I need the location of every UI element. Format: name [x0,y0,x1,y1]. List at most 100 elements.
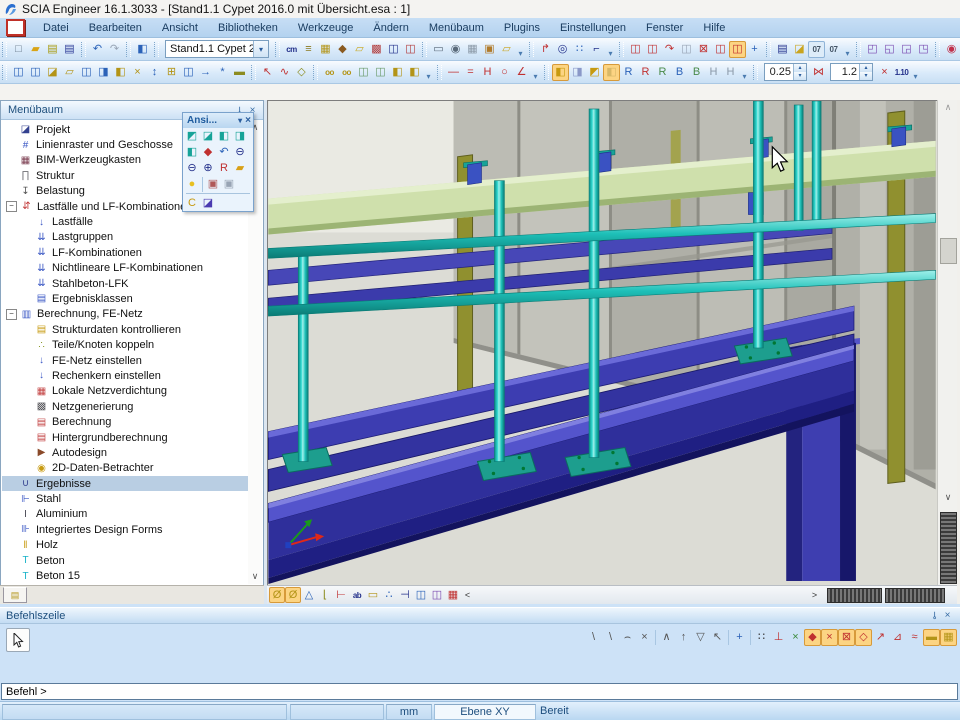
tree-item-strukturdaten-kontrollieren[interactable]: ▤Strukturdaten kontrollieren [2,322,248,337]
window-copy3-icon[interactable]: ◲ [898,41,915,58]
result-window1-icon[interactable]: ◫ [413,587,429,603]
label-abc-icon[interactable]: ab [349,587,365,603]
view-save-icon[interactable]: ▤ [774,41,791,58]
zoom-selection-icon[interactable]: R [216,160,232,176]
tree-item-aluminium[interactable]: IAluminium [2,507,248,522]
member-delete-icon[interactable]: ⊠ [695,41,712,58]
spinner-up-icon[interactable]: ▴ [860,64,872,72]
dim-angle-icon[interactable]: ∠ [513,64,530,81]
curve-edit-icon[interactable]: ∿ [276,64,293,81]
status-units[interactable]: mm [386,704,432,720]
active-selection-combo[interactable]: Stand1.1 Cypet 20▾ [165,40,269,58]
scale-factor[interactable]: 1.2▴▾ [830,63,873,81]
package-icon[interactable]: ▣ [481,41,498,58]
tree-item-nichtlineare-lf-kombinationen[interactable]: ⇊Nichtlineare LF-Kombinationen [2,261,248,276]
mode-face-icon[interactable]: ▽ [692,629,709,646]
group-grip[interactable] [766,42,771,57]
group-grip[interactable] [619,42,624,57]
group-grip[interactable] [154,42,159,57]
fpanel4-icon[interactable]: ◧ [603,64,620,81]
scroll-thumb[interactable] [885,588,945,603]
view-export-icon[interactable]: ◪ [791,41,808,58]
snap-arc-center-icon[interactable]: ≈ [906,629,923,646]
display-param4-icon[interactable]: ▱ [61,64,78,81]
snap-endpoint-icon[interactable]: ◆ [804,629,821,646]
group-grip[interactable] [422,42,427,57]
menu-datei[interactable]: Datei [33,20,79,36]
group-grip[interactable] [2,42,7,57]
menu-hilfe[interactable]: Hilfe [693,20,735,36]
cross-section-icon[interactable]: ▦ [317,41,334,58]
tree-item-lokale-netzverdichtung[interactable]: ▦Lokale Netzverdichtung [2,384,248,399]
rtool3-icon[interactable]: R [654,64,671,81]
snapshot1-icon[interactable]: ▣ [205,176,221,192]
mode-edge-icon[interactable]: ↑ [675,629,692,646]
gallery-icon[interactable]: ▦ [464,41,481,58]
grid-snap-icon[interactable]: ∷ [753,629,770,646]
pane-splitter-handle[interactable] [940,512,957,584]
save-all-icon[interactable]: ▤ [44,41,61,58]
spinner-arrows[interactable]: ▴▾ [859,64,872,80]
tree-item-lf-kombinationen[interactable]: ⇊LF-Kombinationen [2,245,248,260]
group-grip[interactable] [529,42,534,57]
collapse-icon[interactable]: − [6,201,17,212]
window-copy2-icon[interactable]: ◱ [881,41,898,58]
rotate-view-icon[interactable]: ↶ [216,144,232,160]
display-param2-icon[interactable]: ◫ [27,64,44,81]
snap-tangent-icon[interactable]: ↗ [872,629,889,646]
panel-gold2-icon[interactable]: ◧ [406,64,423,81]
panel-green1-icon[interactable]: ◫ [355,64,372,81]
scale-110-icon[interactable]: 1.10 [893,64,910,81]
dim-line-icon[interactable]: — [445,64,462,81]
snap-arc-icon[interactable]: ⌢ [619,629,636,646]
document-window-icon[interactable] [6,19,25,36]
tree-item-fe-netz-einstellen[interactable]: ↓FE-Netz einstellen [2,353,248,368]
file-overflow-icon[interactable]: ▾ [515,41,526,58]
grid-settings-icon[interactable]: ▦ [445,587,461,603]
tree-item-beton[interactable]: TBeton [2,553,248,568]
dot-grid-icon[interactable]: ∷ [571,41,588,58]
menu-einstellungen[interactable]: Einstellungen [550,20,636,36]
dim-double-icon[interactable]: = [462,64,479,81]
spinner-up-icon[interactable]: ▴ [794,64,806,72]
tree-item-holz[interactable]: ‖Holz [2,538,248,553]
mode-drag-icon[interactable]: ↖ [709,629,726,646]
group-grip[interactable] [753,65,758,80]
group-grip[interactable] [856,42,861,57]
tree-item-lastfaelle[interactable]: ↓Lastfälle [2,214,248,229]
command-input[interactable] [1,683,958,700]
snap-perpendicular-icon[interactable]: ◇ [855,629,872,646]
scroll-thumb[interactable] [940,238,957,264]
copy-nodes-icon[interactable]: oo [321,64,338,81]
scroll-up-icon[interactable]: ∧ [941,102,955,113]
tree-item-berechnung[interactable]: ▤Berechnung [2,414,248,429]
open-project-icon[interactable]: ▰ [27,41,44,58]
load-display-icon[interactable]: ⌊ [317,587,333,603]
group-grip[interactable] [935,42,940,57]
display-param5-icon[interactable]: ◫ [78,64,95,81]
view-axo-icon[interactable]: ◨ [232,128,248,144]
menu-fenster[interactable]: Fenster [636,20,693,36]
view-x-icon[interactable]: ◩ [184,128,200,144]
tree-item-stahlbeton-lfk[interactable]: ⇊Stahlbeton-LFK [2,276,248,291]
paint-section-icon[interactable]: ▭ [365,587,381,603]
tree-item-integriertes-design-forms[interactable]: ⊪Integriertes Design Forms [2,522,248,537]
zoom-rotate-icon[interactable]: ⊖ [232,144,248,160]
member-add-icon[interactable]: ◫ [712,41,729,58]
rtool2-icon[interactable]: R [637,64,654,81]
tree-item-ergebnisklassen[interactable]: ▤Ergebnisklassen [2,291,248,306]
tree-item-netzgenerierung[interactable]: ▩Netzgenerierung [2,399,248,414]
spinner-down-icon[interactable]: ▾ [860,72,872,80]
cursor-snap-icon[interactable]: + [731,629,748,646]
calculator-icon[interactable]: ▦ [940,629,957,646]
group-grip[interactable] [313,65,318,80]
combo-dropdown-icon[interactable]: ▾ [253,41,268,57]
print-icon[interactable]: ▭ [430,41,447,58]
tree-item-2d-daten-betrachter[interactable]: ◉2D-Daten-Betrachter [2,461,248,476]
group-grip[interactable] [126,42,131,57]
group-grip[interactable] [275,42,280,57]
panel-gold1-icon[interactable]: ◧ [389,64,406,81]
zoom-document-icon[interactable]: ◎ [554,41,571,58]
group-grip[interactable] [2,65,7,80]
level-flag-icon[interactable]: ⊢ [333,587,349,603]
